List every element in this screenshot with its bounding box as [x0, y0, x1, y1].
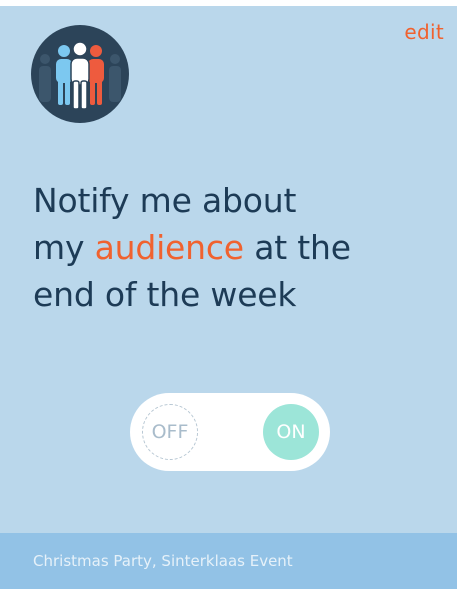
headline-line-1: Notify me about	[33, 181, 297, 220]
events-list: Christmas Party, Sinterklaas Event	[33, 552, 293, 570]
toggle-on-option[interactable]: ON	[263, 404, 319, 460]
headline-accent-word: audience	[94, 228, 245, 267]
notification-card: edit Notify me about my audience at the en…	[0, 6, 457, 589]
toggle-off-option[interactable]: OFF	[142, 404, 198, 460]
notification-headline: Notify me about my audience at the end of …	[33, 177, 433, 318]
headline-line-2-prefix: my	[33, 228, 95, 267]
edit-link[interactable]: edit	[404, 20, 444, 44]
audience-avatar	[31, 25, 129, 123]
notify-toggle[interactable]: OFF ON	[130, 393, 330, 471]
events-footer: Christmas Party, Sinterklaas Event	[0, 533, 457, 589]
audience-people-icon	[39, 41, 121, 110]
headline-line-2-suffix: at the	[243, 228, 351, 267]
headline-line-3: end of the week	[33, 275, 297, 314]
